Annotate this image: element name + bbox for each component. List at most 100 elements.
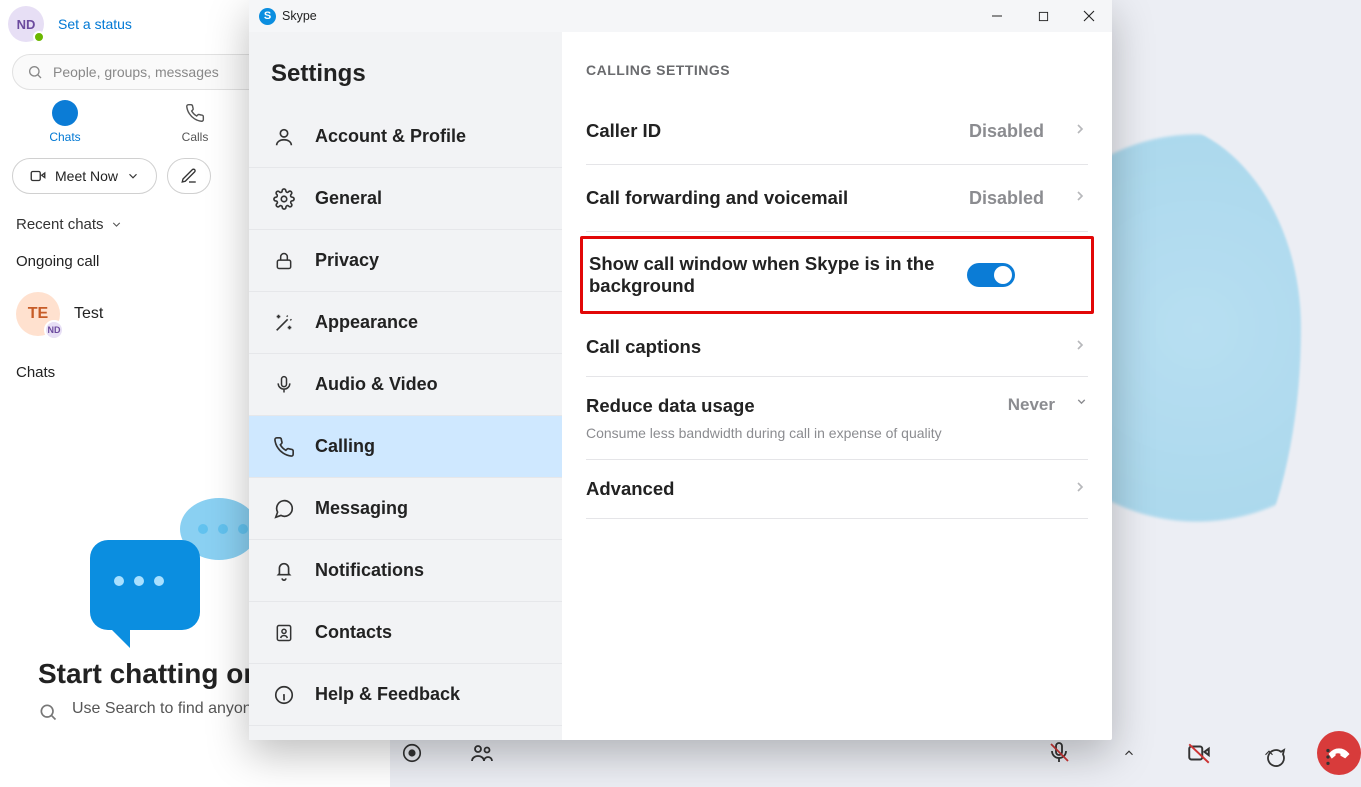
settings-dialog: S Skype Settings Account & Profile Gener…: [249, 0, 1112, 740]
nav-messaging[interactable]: Messaging: [249, 478, 562, 540]
mic-icon: [274, 374, 294, 396]
info-icon: [273, 684, 295, 706]
nav-calling-label: Calling: [315, 436, 375, 457]
call-forwarding-label: Call forwarding and voicemail: [586, 187, 951, 209]
recent-chats-label: Recent chats: [16, 216, 104, 233]
settings-title: Settings: [249, 32, 562, 106]
call-captions-label: Call captions: [586, 336, 1044, 358]
nav-account-profile[interactable]: Account & Profile: [249, 106, 562, 168]
chat-icon: [52, 100, 78, 126]
bell-icon: [273, 560, 295, 582]
nav-appearance-label: Appearance: [315, 312, 418, 333]
nav-privacy[interactable]: Privacy: [249, 230, 562, 292]
mic-off-icon: [1047, 741, 1071, 765]
nav-account-profile-label: Account & Profile: [315, 126, 466, 147]
title-bar[interactable]: S Skype: [249, 0, 1112, 32]
chevron-right-icon: [1072, 337, 1088, 353]
avatar[interactable]: ND: [8, 6, 44, 42]
phone-icon: [273, 436, 295, 458]
chat-illustration: [80, 480, 260, 650]
nav-contacts-label: Contacts: [315, 622, 392, 643]
chevron-down-icon: [126, 169, 140, 183]
nav-appearance[interactable]: Appearance: [249, 292, 562, 354]
compose-icon: [180, 167, 198, 185]
nav-contacts[interactable]: Contacts: [249, 602, 562, 664]
search-placeholder: People, groups, messages: [53, 64, 219, 80]
avatar-initials: ND: [17, 17, 36, 32]
camera-off-icon: [1186, 740, 1212, 766]
row-caller-id[interactable]: Caller ID Disabled: [586, 98, 1088, 165]
open-chat-button[interactable]: [1263, 746, 1287, 775]
wand-icon: [273, 312, 295, 334]
set-status-link[interactable]: Set a status: [58, 16, 132, 32]
nav-audio-video[interactable]: Audio & Video: [249, 354, 562, 416]
reduce-data-value: Never: [1008, 395, 1055, 415]
people-icon: [470, 741, 494, 765]
row-call-forwarding[interactable]: Call forwarding and voicemail Disabled: [586, 165, 1088, 232]
reduce-data-label: Reduce data usage: [586, 395, 990, 417]
record-icon: [401, 742, 423, 764]
chevron-right-icon: [1072, 479, 1088, 495]
nav-help-feedback[interactable]: Help & Feedback: [249, 664, 562, 726]
nav-help-feedback-label: Help & Feedback: [315, 684, 460, 705]
gear-icon: [273, 188, 295, 210]
nav-general[interactable]: General: [249, 168, 562, 230]
presence-dot: [33, 31, 45, 43]
person-icon: [273, 126, 295, 148]
chevron-right-icon: [1072, 188, 1088, 204]
app-name: Skype: [282, 9, 317, 23]
meet-now-label: Meet Now: [55, 168, 118, 184]
chat-name: Test: [74, 305, 103, 323]
chat-avatar-initials: TE: [28, 305, 48, 323]
tab-calls[interactable]: Calls: [155, 98, 235, 144]
nav-audio-video-label: Audio & Video: [315, 374, 438, 395]
more-vertical-icon: [1317, 746, 1339, 768]
caller-id-value: Disabled: [969, 121, 1044, 142]
tab-calls-label: Calls: [182, 130, 209, 144]
audio-options-button[interactable]: [1107, 731, 1151, 775]
nav-general-label: General: [315, 188, 382, 209]
chevron-right-icon: [1072, 121, 1088, 137]
chevron-down-icon: [110, 218, 123, 231]
show-call-window-toggle[interactable]: [967, 263, 1015, 287]
video-icon: [29, 167, 47, 185]
search-icon: [38, 702, 58, 722]
toggle-knob: [994, 266, 1012, 284]
caller-id-label: Caller ID: [586, 120, 951, 142]
address-book-icon: [274, 622, 294, 644]
phone-icon: [185, 103, 205, 123]
nav-notifications[interactable]: Notifications: [249, 540, 562, 602]
nav-messaging-label: Messaging: [315, 498, 408, 519]
message-icon: [273, 498, 295, 520]
new-chat-button[interactable]: [167, 158, 211, 194]
row-show-call-window[interactable]: Show call window when Skype is in the ba…: [580, 236, 1094, 314]
camera-button[interactable]: [1177, 731, 1221, 775]
chat-bubble-icon: [1263, 746, 1287, 770]
chevron-down-icon: [1075, 395, 1088, 408]
search-icon: [27, 64, 43, 80]
call-forwarding-value: Disabled: [969, 188, 1044, 209]
row-call-captions[interactable]: Call captions: [586, 318, 1088, 377]
nav-calling[interactable]: Calling: [249, 416, 562, 478]
minimize-icon: [991, 10, 1003, 22]
mini-avatar: ND: [44, 320, 64, 340]
section-heading: CALLING SETTINGS: [586, 62, 1088, 78]
reduce-data-sub: Consume less bandwidth during call in ex…: [586, 425, 990, 441]
row-reduce-data[interactable]: Reduce data usage Consume less bandwidth…: [586, 377, 1088, 460]
more-button[interactable]: [1317, 746, 1339, 775]
show-call-window-label: Show call window when Skype is in the ba…: [589, 253, 949, 297]
advanced-label: Advanced: [586, 478, 1044, 500]
chevron-up-icon: [1122, 746, 1136, 760]
maximize-button[interactable]: [1020, 0, 1066, 32]
tab-chats[interactable]: Chats: [25, 98, 105, 144]
row-advanced[interactable]: Advanced: [586, 460, 1088, 519]
minimize-button[interactable]: [974, 0, 1020, 32]
close-icon: [1083, 10, 1095, 22]
nav-notifications-label: Notifications: [315, 560, 424, 581]
nav-privacy-label: Privacy: [315, 250, 379, 271]
meet-now-button[interactable]: Meet Now: [12, 158, 157, 194]
skype-logo-icon: S: [259, 8, 276, 25]
lock-icon: [274, 251, 294, 271]
chat-avatar: TE ND: [16, 292, 60, 336]
close-button[interactable]: [1066, 0, 1112, 32]
